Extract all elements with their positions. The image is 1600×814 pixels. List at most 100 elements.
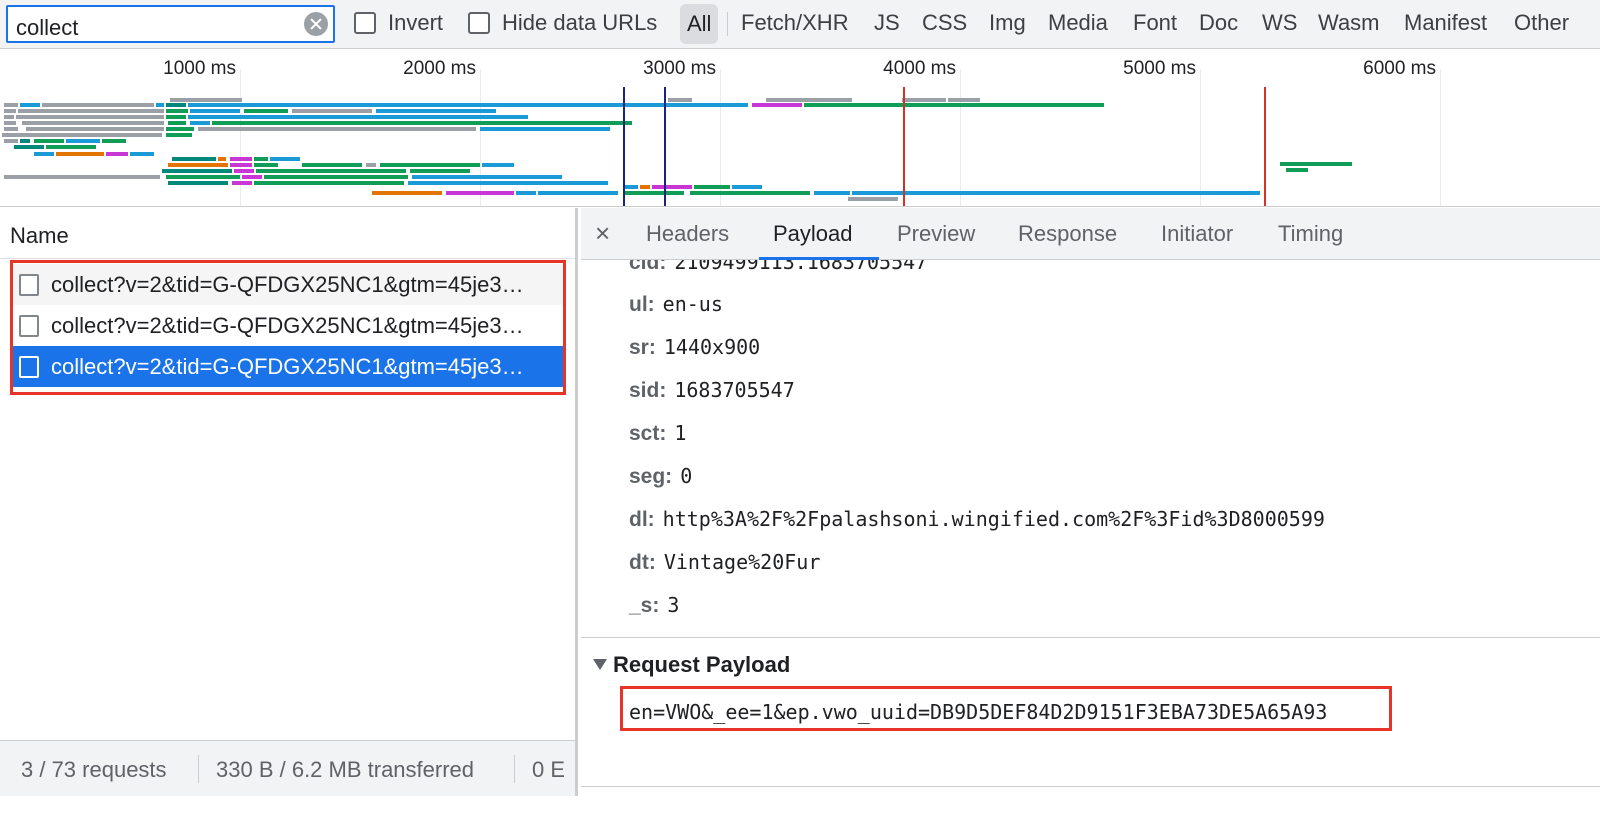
tab-timing[interactable]: Timing: [1278, 221, 1343, 247]
waterfall-bar: [34, 152, 54, 156]
waterfall-bar: [230, 157, 252, 161]
waterfall-bar: [170, 98, 242, 102]
status-separator: [514, 755, 515, 783]
waterfall-bar: [218, 157, 226, 161]
waterfall-bar: [42, 103, 154, 107]
filter-input-value[interactable]: collect: [16, 15, 78, 41]
waterfall-bar: [66, 139, 100, 143]
close-icon[interactable]: ×: [595, 218, 610, 249]
waterfall-bar: [1280, 162, 1352, 166]
expand-triangle-icon[interactable]: [593, 659, 607, 670]
waterfall-bar: [480, 127, 610, 131]
waterfall-bar: [4, 121, 16, 125]
waterfall-bar: [190, 121, 210, 125]
tab-payload[interactable]: Payload: [773, 221, 853, 247]
query-param: seg: 0: [629, 464, 692, 489]
param-value: 1: [674, 421, 687, 445]
tab-response[interactable]: Response: [1018, 221, 1117, 247]
filter-separator: [727, 12, 728, 36]
waterfall-bar: [732, 185, 762, 189]
type-filter-fetch-xhr[interactable]: Fetch/XHR: [741, 10, 849, 36]
waterfall-bar: [766, 98, 852, 102]
waterfall-bar: [410, 169, 470, 173]
waterfall-bar: [408, 181, 608, 185]
query-param: ul: en-us: [629, 292, 723, 317]
waterfall-bar: [256, 169, 406, 173]
waterfall-bar: [232, 181, 252, 185]
param-value: Vintage%20Fur: [663, 550, 821, 574]
waterfall-bar: [168, 163, 228, 167]
waterfall-bar: [902, 98, 946, 102]
waterfall-bar: [376, 109, 496, 113]
waterfall-bar: [264, 175, 408, 179]
load-event-marker: [903, 87, 905, 206]
waterfall-bar: [166, 109, 188, 113]
param-value: en-us: [662, 292, 723, 316]
highlight-box-requests: [10, 260, 566, 395]
waterfall-bar: [624, 185, 638, 189]
tab-headers[interactable]: Headers: [646, 221, 729, 247]
waterfall-bar: [34, 139, 64, 143]
request-list-panel: Name collect?v=2&tid=G-QFDGX25NC1&gtm=45…: [0, 208, 578, 796]
tab-preview[interactable]: Preview: [897, 221, 975, 247]
query-param: _s: 3: [629, 593, 679, 618]
section-divider: [581, 637, 1600, 638]
type-filter-js[interactable]: JS: [874, 10, 900, 36]
waterfall-bar: [482, 163, 514, 167]
waterfall-bar: [366, 163, 376, 167]
name-column-header[interactable]: Name: [0, 208, 575, 259]
waterfall-bar: [372, 191, 442, 195]
clear-filter-icon[interactable]: [304, 12, 328, 36]
param-value: http%3A%2F%2Fpalashsoni.wingified.com%2F…: [662, 507, 1325, 531]
waterfall-bar: [16, 115, 164, 119]
request-details-panel: × Headers Payload Preview Response Initi…: [581, 208, 1600, 796]
tab-initiator[interactable]: Initiator: [1161, 221, 1233, 247]
type-filter-img[interactable]: Img: [989, 10, 1026, 36]
param-key: cid:: [629, 260, 667, 274]
waterfall-bar: [446, 191, 514, 195]
type-filter-font[interactable]: Font: [1133, 10, 1177, 36]
waterfall-bar: [166, 133, 192, 137]
hide-data-urls-checkbox[interactable]: [468, 12, 490, 34]
type-filter-media[interactable]: Media: [1048, 10, 1108, 36]
query-param: dl: http%3A%2F%2Fpalashsoni.wingified.com…: [629, 507, 1325, 532]
waterfall-bar: [106, 152, 128, 156]
network-overview[interactable]: 1000 ms 2000 ms 3000 ms 4000 ms 5000 ms …: [0, 49, 1600, 207]
query-param: sct: 1: [629, 421, 686, 446]
param-key: ul:: [629, 293, 655, 316]
waterfall-bar: [254, 157, 268, 161]
type-filter-other[interactable]: Other: [1514, 10, 1569, 36]
type-filter-doc[interactable]: Doc: [1199, 10, 1238, 36]
invert-label[interactable]: Invert: [388, 10, 443, 36]
request-count: 3 / 73 requests: [21, 757, 167, 782]
waterfall-bar: [26, 127, 164, 131]
type-filter-css[interactable]: CSS: [922, 10, 967, 36]
waterfall-bar: [852, 191, 1260, 195]
waterfall-bar: [652, 185, 692, 189]
request-payload-value: en=VWO&_ee=1&ep.vwo_uuid=DB9D5DEF84D2D91…: [629, 700, 1328, 724]
type-filter-wasm[interactable]: Wasm: [1318, 10, 1380, 36]
request-payload-header[interactable]: Request Payload: [593, 652, 790, 678]
waterfall-bar: [814, 191, 850, 195]
hide-data-urls-label[interactable]: Hide data URLs: [502, 10, 657, 36]
filter-input[interactable]: collect: [6, 5, 335, 43]
waterfall-bar: [302, 163, 362, 167]
type-filter-manifest[interactable]: Manifest: [1404, 10, 1487, 36]
waterfall-bar: [172, 157, 216, 161]
waterfall-bar: [22, 121, 164, 125]
waterfall-bar: [4, 103, 18, 107]
waterfall-bar: [4, 115, 14, 119]
param-key: sr:: [629, 336, 656, 359]
waterfall-bar: [2, 133, 162, 137]
waterfall-bar: [4, 127, 18, 131]
waterfall-bar: [162, 169, 232, 173]
name-column-label: Name: [10, 223, 69, 248]
type-filter-all[interactable]: All: [680, 4, 719, 44]
invert-checkbox[interactable]: [354, 12, 376, 34]
waterfall-bar: [624, 191, 684, 195]
waterfall-bar: [538, 191, 618, 195]
waterfall-bar: [156, 103, 164, 107]
grid-line: [480, 69, 481, 206]
type-filter-ws[interactable]: WS: [1262, 10, 1297, 36]
waterfall-bar: [166, 115, 186, 119]
